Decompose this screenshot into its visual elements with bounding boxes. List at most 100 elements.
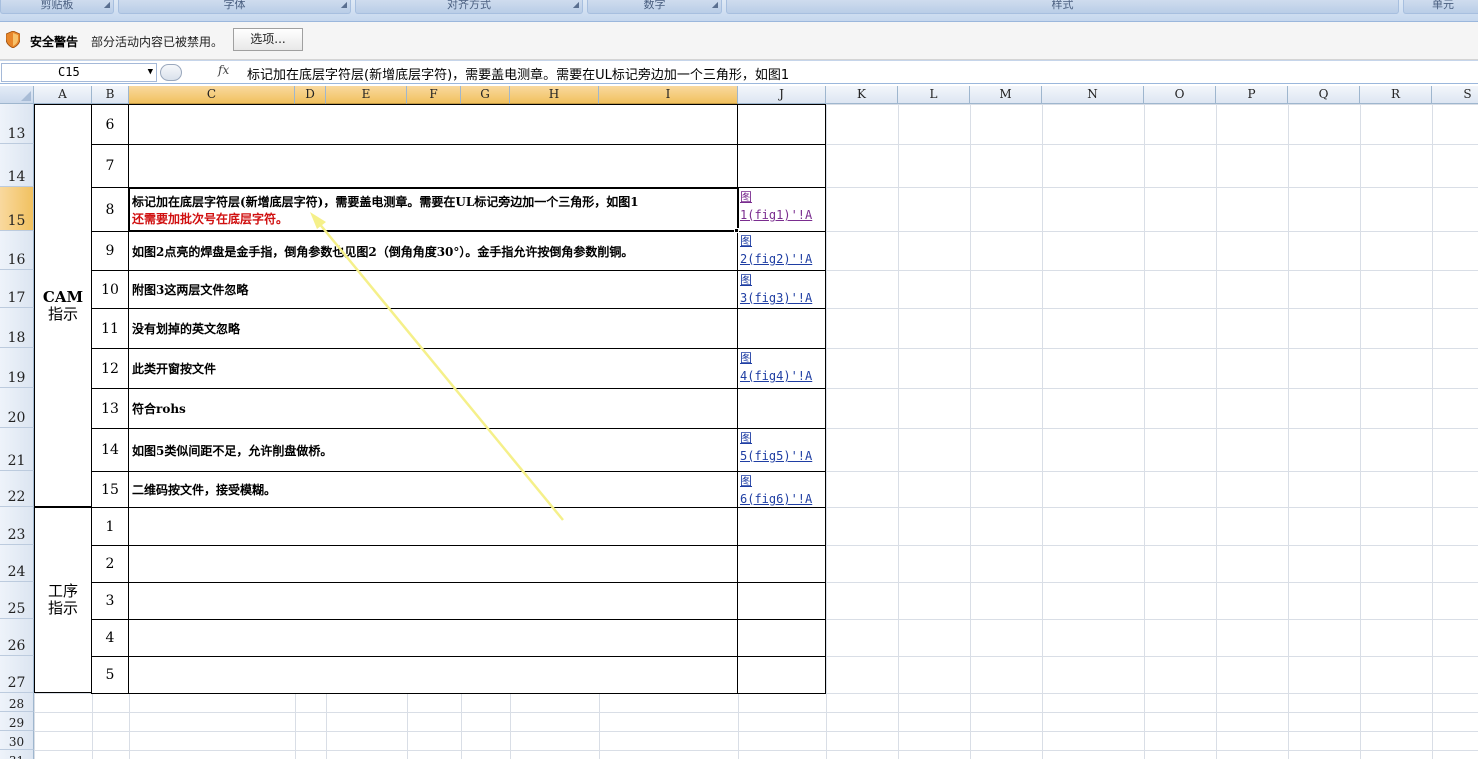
- instruction-cell[interactable]: 符合rohs: [128, 388, 738, 429]
- instruction-cell[interactable]: 附图3这两层文件忽略: [128, 270, 738, 309]
- item-number[interactable]: 8: [91, 187, 129, 232]
- name-box[interactable]: C15 ▼: [1, 63, 157, 82]
- process-instruction-cell[interactable]: [128, 656, 738, 694]
- process-item-number[interactable]: 2: [91, 545, 129, 583]
- ribbon-group-number[interactable]: 数字 ◢: [587, 0, 722, 14]
- instruction-cell[interactable]: 二维码按文件，接受模糊。: [128, 471, 738, 508]
- dialog-launcher-icon[interactable]: ◢: [104, 0, 110, 10]
- process-link-cell[interactable]: [737, 582, 826, 620]
- instruction-cell[interactable]: 没有划掉的英文忽略: [128, 308, 738, 349]
- chevron-down-icon[interactable]: ▼: [148, 64, 153, 81]
- process-item-number[interactable]: 4: [91, 619, 129, 657]
- process-instruction-cell[interactable]: [128, 619, 738, 657]
- figure-link[interactable]: 图 3(fig3)'!A: [740, 271, 825, 307]
- row-header-24[interactable]: 24: [0, 545, 34, 582]
- figure-link-cell[interactable]: 图 1(fig1)'!A: [737, 187, 826, 232]
- figure-link-cell[interactable]: 图 2(fig2)'!A: [737, 231, 826, 271]
- dialog-launcher-icon[interactable]: ◢: [712, 0, 718, 10]
- row-header-21[interactable]: 21: [0, 428, 34, 471]
- row-header-13[interactable]: 13: [0, 104, 34, 144]
- process-instruction-cell[interactable]: [128, 582, 738, 620]
- figure-link[interactable]: 图 1(fig1)'!A: [740, 188, 825, 224]
- column-header-c[interactable]: C: [129, 86, 295, 104]
- column-header-m[interactable]: M: [970, 86, 1042, 104]
- column-header-h[interactable]: H: [510, 86, 599, 104]
- row-header-25[interactable]: 25: [0, 582, 34, 619]
- instruction-cell[interactable]: 此类开窗按文件: [128, 348, 738, 389]
- column-header-e[interactable]: E: [326, 86, 407, 104]
- process-instruction-cell[interactable]: [128, 507, 738, 546]
- instruction-cell[interactable]: [128, 104, 738, 145]
- figure-link-cell[interactable]: 图 3(fig3)'!A: [737, 270, 826, 309]
- process-instruction-cell[interactable]: [128, 545, 738, 583]
- figure-link-cell[interactable]: [737, 104, 826, 145]
- ribbon-group-alignment[interactable]: 对齐方式 ◢: [355, 0, 583, 14]
- insert-function-icon[interactable]: fx: [218, 63, 229, 77]
- item-number[interactable]: 13: [91, 388, 129, 429]
- select-all-button[interactable]: [0, 86, 34, 104]
- figure-link-cell[interactable]: [737, 144, 826, 188]
- instruction-cell[interactable]: [128, 144, 738, 188]
- item-number[interactable]: 12: [91, 348, 129, 389]
- fill-handle[interactable]: [734, 228, 739, 233]
- formula-content[interactable]: 标记加在底层字符层(新增底层字符)，需要盖电测章。需要在UL标记旁边加一个三角形…: [247, 64, 789, 83]
- item-number[interactable]: 10: [91, 270, 129, 309]
- process-link-cell[interactable]: [737, 656, 826, 694]
- instruction-cell[interactable]: 标记加在底层字符层(新增底层字符)，需要盖电测章。需要在UL标记旁边加一个三角形…: [128, 187, 738, 232]
- ribbon-group-clipboard[interactable]: 剪贴板 ◢: [0, 0, 114, 14]
- process-section-label[interactable]: 工序 指示: [34, 507, 92, 693]
- row-header-26[interactable]: 26: [0, 619, 34, 656]
- dialog-launcher-icon[interactable]: ◢: [573, 0, 579, 10]
- item-number[interactable]: 14: [91, 428, 129, 472]
- process-link-cell[interactable]: [737, 507, 826, 546]
- process-link-cell[interactable]: [737, 619, 826, 657]
- column-header-d[interactable]: D: [295, 86, 326, 104]
- row-header-23[interactable]: 23: [0, 507, 34, 545]
- row-header-15[interactable]: 15: [0, 187, 34, 231]
- column-header-n[interactable]: N: [1042, 86, 1144, 104]
- row-header-28[interactable]: 28: [0, 693, 34, 712]
- figure-link[interactable]: 图 6(fig6)'!A: [740, 472, 825, 507]
- column-header-r[interactable]: R: [1360, 86, 1432, 104]
- item-number[interactable]: 11: [91, 308, 129, 349]
- options-button[interactable]: 选项...: [233, 28, 303, 51]
- row-header-17[interactable]: 17: [0, 270, 34, 308]
- row-header-18[interactable]: 18: [0, 308, 34, 348]
- item-number[interactable]: 15: [91, 471, 129, 508]
- column-header-g[interactable]: G: [461, 86, 510, 104]
- row-header-16[interactable]: 16: [0, 231, 34, 270]
- figure-link[interactable]: 图 5(fig5)'!A: [740, 429, 825, 465]
- row-header-22[interactable]: 22: [0, 471, 34, 507]
- row-header-19[interactable]: 19: [0, 348, 34, 388]
- dialog-launcher-icon[interactable]: ◢: [341, 0, 347, 10]
- row-header-27[interactable]: 27: [0, 656, 34, 693]
- formula-bar-knob-icon[interactable]: [160, 64, 182, 81]
- column-header-o[interactable]: O: [1144, 86, 1216, 104]
- row-header-30[interactable]: 30: [0, 731, 34, 750]
- column-header-s[interactable]: S: [1432, 86, 1478, 104]
- column-header-p[interactable]: P: [1216, 86, 1288, 104]
- column-header-j[interactable]: J: [738, 86, 826, 104]
- figure-link-cell[interactable]: [737, 308, 826, 349]
- column-header-f[interactable]: F: [407, 86, 461, 104]
- column-header-k[interactable]: K: [826, 86, 898, 104]
- column-header-a[interactable]: A: [34, 86, 92, 104]
- ribbon-group-cells[interactable]: 单元: [1403, 0, 1478, 14]
- column-header-q[interactable]: Q: [1288, 86, 1360, 104]
- process-item-number[interactable]: 3: [91, 582, 129, 620]
- figure-link[interactable]: 图 4(fig4)'!A: [740, 349, 825, 385]
- item-number[interactable]: 6: [91, 104, 129, 145]
- figure-link-cell[interactable]: 图 5(fig5)'!A: [737, 428, 826, 472]
- process-item-number[interactable]: 5: [91, 656, 129, 694]
- column-header-l[interactable]: L: [898, 86, 970, 104]
- item-number[interactable]: 9: [91, 231, 129, 271]
- column-header-b[interactable]: B: [92, 86, 129, 104]
- ribbon-group-font[interactable]: 字体 ◢: [118, 0, 351, 14]
- item-number[interactable]: 7: [91, 144, 129, 188]
- row-header-31[interactable]: 31: [0, 750, 34, 759]
- figure-link-cell[interactable]: 图 4(fig4)'!A: [737, 348, 826, 389]
- row-header-29[interactable]: 29: [0, 712, 34, 731]
- ribbon-group-styles[interactable]: 样式: [726, 0, 1399, 14]
- cam-section-label[interactable]: CAM 指示: [34, 104, 92, 507]
- figure-link-cell[interactable]: [737, 388, 826, 429]
